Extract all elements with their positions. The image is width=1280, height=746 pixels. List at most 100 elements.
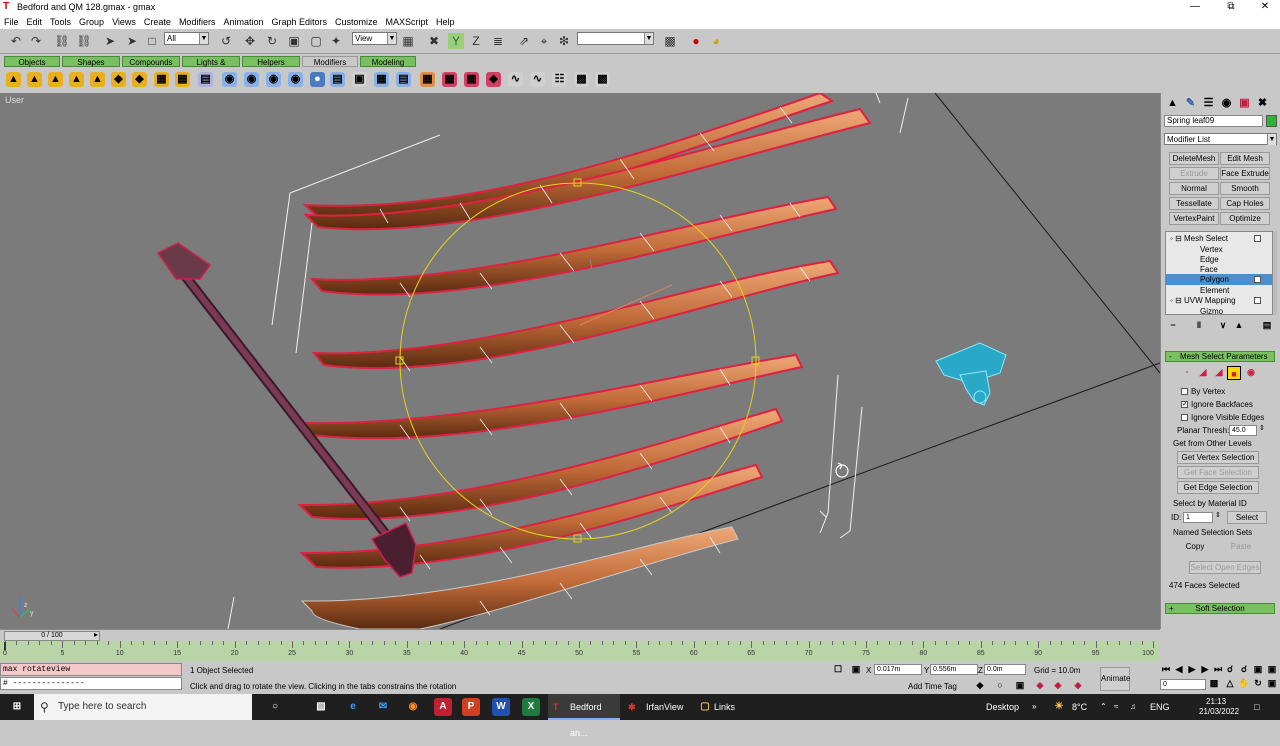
scale-icon[interactable]: ▣	[286, 33, 302, 49]
rotate-icon[interactable]: ↻	[264, 33, 280, 49]
unlink-icon[interactable]: ⛓	[76, 33, 92, 49]
menu-modifiers[interactable]: Modifiers	[175, 17, 220, 27]
skew-icon[interactable]: ◆	[132, 72, 147, 87]
minimize-button[interactable]: —	[1178, 0, 1212, 14]
close-button[interactable]: ✕	[1248, 0, 1280, 14]
align-icon[interactable]: ⇗	[516, 33, 532, 49]
key-mode-icon[interactable]: ◆	[1034, 679, 1046, 691]
snap-toggle-icon[interactable]: ◆	[974, 679, 986, 691]
time-slider[interactable]: 0 / 100 ▸	[0, 629, 1160, 641]
menu-graph-editors[interactable]: Graph Editors	[267, 17, 331, 27]
soft-selection-rollout[interactable]: + Soft Selection	[1165, 603, 1275, 614]
named-selection-dropdown[interactable]: ▼	[577, 32, 654, 45]
mesh-select-icon[interactable]: ▦	[464, 72, 479, 87]
tessellate-button[interactable]: Tessellate	[1169, 197, 1219, 210]
selection-filter-dropdown[interactable]: All ▼	[164, 32, 209, 45]
bend-icon[interactable]: ▲	[6, 72, 21, 87]
material-icon[interactable]: ◉	[266, 72, 281, 87]
menu-edit[interactable]: Edit	[23, 17, 47, 27]
task-view-icon[interactable]: ○	[266, 698, 284, 716]
get-vertex-selection-button[interactable]: Get Vertex Selection	[1177, 451, 1259, 464]
go-to-start-icon[interactable]: ⏮	[1160, 663, 1172, 675]
pivot-icon[interactable]: ▦	[400, 33, 416, 49]
powerpoint-icon[interactable]: P	[462, 698, 480, 716]
lightbulb-icon[interactable]: ◦	[1170, 296, 1173, 305]
pin-stack-icon[interactable]: −	[1167, 319, 1179, 331]
mail-icon[interactable]: ✉	[374, 698, 392, 716]
notifications-icon[interactable]: □	[1254, 702, 1259, 712]
cap-holes-button[interactable]: Cap Holes	[1220, 197, 1270, 210]
ignore-visible-edges-checkbox[interactable]	[1181, 414, 1188, 421]
edge-browser-icon[interactable]: e	[344, 698, 362, 716]
language-indicator[interactable]: ENG	[1150, 702, 1170, 712]
move-icon[interactable]: ✥	[242, 33, 258, 49]
menu-customize[interactable]: Customize	[331, 17, 382, 27]
stack-item-element[interactable]: Element	[1200, 286, 1229, 295]
squeeze-icon[interactable]: ◆	[111, 72, 126, 87]
twist-icon[interactable]: ▲	[48, 72, 63, 87]
time-slider-thumb[interactable]: 0 / 100	[4, 631, 100, 641]
uvw-map-icon[interactable]: ◉	[222, 72, 237, 87]
vol-select-icon[interactable]: ∿	[508, 72, 523, 87]
vertex-level-icon[interactable]: ⋅	[1181, 366, 1193, 378]
modifier-stack[interactable]: ◦ ⊟ Mesh Select Vertex Edge Face Polygon…	[1165, 231, 1273, 315]
edit-mesh-icon[interactable]: ▦	[420, 72, 435, 87]
zoom-icon[interactable]: ☌	[1224, 663, 1236, 675]
clock-time[interactable]: 21:13	[1206, 697, 1226, 706]
maximize-viewport-icon[interactable]: ▣	[1266, 677, 1278, 689]
absolute-mode-icon[interactable]: ▣	[850, 663, 862, 675]
lock-selection-icon[interactable]: ☐	[832, 663, 844, 675]
menu-animation[interactable]: Animation	[219, 17, 267, 27]
ignore-backfaces-checkbox[interactable]: ✓	[1181, 401, 1188, 408]
add-time-tag-button[interactable]: Add Time Tag	[908, 682, 957, 691]
tab-shapes[interactable]: Shapes	[62, 56, 120, 67]
stack-item-gizmo[interactable]: Gizmo	[1200, 307, 1223, 314]
select-button[interactable]: Select	[1227, 511, 1267, 524]
optimize-button[interactable]: Optimize	[1220, 212, 1270, 225]
zoom-extents-all-icon[interactable]: ▣	[1266, 663, 1278, 675]
region-select-icon[interactable]: □	[144, 33, 160, 49]
pan-icon[interactable]: ✋	[1238, 677, 1250, 689]
y-coordinate-field[interactable]: 0.556m	[930, 664, 978, 675]
zoom-extents-icon[interactable]: ▣	[1252, 663, 1264, 675]
menu-views[interactable]: Views	[108, 17, 140, 27]
remove-modifier-icon[interactable]: ▲	[1233, 319, 1245, 331]
restore-button[interactable]: ⧉	[1214, 0, 1248, 14]
select-by-name-icon[interactable]: ➤	[124, 33, 140, 49]
menu-file[interactable]: File	[0, 17, 23, 27]
edit-mesh-button[interactable]: Edit Mesh	[1220, 152, 1270, 165]
smooth-icon[interactable]: ◉	[288, 72, 303, 87]
menu-create[interactable]: Create	[140, 17, 175, 27]
squash-icon[interactable]: ▢	[308, 33, 324, 49]
planar-thresh-field[interactable]: 45.0	[1229, 425, 1257, 436]
y-axis-icon[interactable]: Y	[448, 33, 464, 49]
face-extrude-button[interactable]: Face Extrude	[1220, 167, 1270, 180]
planar-thresh-spinner[interactable]: ⇕	[1259, 424, 1265, 432]
normal-icon[interactable]: ▣	[352, 72, 367, 87]
taskbar-links[interactable]: Links	[692, 694, 742, 720]
noise-icon[interactable]: ▲	[69, 72, 84, 87]
reference-coordinate-dropdown[interactable]: View ▼	[352, 32, 397, 45]
select-open-edges-button[interactable]: Select Open Edges	[1189, 561, 1261, 574]
modifier-list-dropdown[interactable]: Modifier List ▼	[1164, 133, 1277, 145]
taskbar-app-gmax[interactable]: T Bedford an...	[548, 694, 620, 738]
utilities-panel-icon[interactable]: ✖	[1255, 96, 1270, 111]
manipulate-icon[interactable]: ✦	[328, 33, 344, 49]
current-frame-field[interactable]: 0	[1160, 679, 1206, 690]
temperature-label[interactable]: 8°C	[1072, 702, 1087, 712]
mirror-icon[interactable]: ✖	[426, 33, 442, 49]
excel-icon[interactable]: X	[522, 698, 540, 716]
relax-icon[interactable]: ▦	[374, 72, 389, 87]
tab-helpers[interactable]: Helpers	[242, 56, 300, 67]
next-key-icon[interactable]: ▶	[1199, 663, 1211, 675]
selection-lock-icon[interactable]: ◆	[1052, 679, 1064, 691]
menu-help[interactable]: Help	[432, 17, 459, 27]
motion-panel-icon[interactable]: ◉	[1219, 96, 1234, 111]
mesh-smooth-icon[interactable]: ▤	[330, 72, 345, 87]
quick-render-icon[interactable]: ◕	[708, 33, 724, 49]
lattice-icon[interactable]: ▦	[175, 72, 190, 87]
select-rotate-icon[interactable]: ↺	[218, 33, 234, 49]
configure-sets-icon[interactable]: ▤	[1261, 319, 1273, 331]
material-id-field[interactable]: 1	[1183, 512, 1213, 523]
edit-poly-icon[interactable]: ▦	[442, 72, 457, 87]
